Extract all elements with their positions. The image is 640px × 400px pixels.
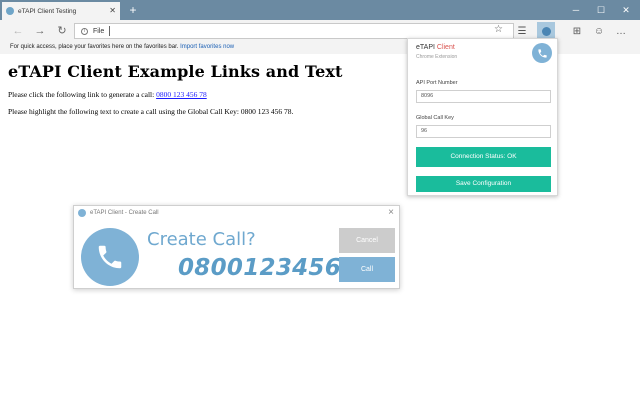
tab-close-icon[interactable]: ✕: [109, 7, 116, 15]
popup-subtitle: Chrome Extension: [416, 54, 458, 60]
call-link[interactable]: 0800 123 456 78: [156, 90, 207, 99]
browser-tab[interactable]: eTAPI Client Testing ✕: [2, 2, 120, 20]
address-bar[interactable]: i File: [74, 23, 514, 39]
call-key-input[interactable]: 96: [416, 125, 551, 138]
maximize-icon[interactable]: ☐: [589, 0, 613, 20]
create-call-heading: Create Call?: [147, 229, 256, 250]
info-icon[interactable]: i: [81, 27, 88, 35]
address-text: File: [93, 27, 105, 35]
page-title: eTAPI Client Example Links and Text: [8, 62, 343, 81]
brand-prefix: eTAPI: [416, 44, 437, 51]
save-configuration-button[interactable]: Save Configuration: [416, 176, 551, 192]
connection-status-button[interactable]: Connection Status: OK: [416, 147, 551, 167]
call-link-paragraph: Please click the following link to gener…: [8, 90, 408, 99]
api-port-label: API Port Number: [416, 80, 458, 86]
call-button[interactable]: Call: [339, 257, 395, 282]
dialog-title-bar: eTAPI Client - Create Call ×: [74, 206, 399, 220]
phone-logo-icon: [532, 43, 552, 63]
call-key-label: Global Call Key: [416, 115, 454, 121]
window-close-icon[interactable]: ✕: [614, 0, 638, 20]
minimize-icon[interactable]: ─: [564, 0, 588, 20]
favorites-hint: For quick access, place your favorites h…: [10, 44, 179, 50]
browser-title-bar: eTAPI Client Testing ✕ + ─ ☐ ✕: [0, 0, 640, 20]
favorite-star-icon[interactable]: ☆: [494, 24, 503, 35]
import-favorites-link[interactable]: Import favorites now: [180, 44, 234, 50]
reading-list-icon[interactable]: ☰: [515, 25, 529, 39]
phone-icon: [541, 26, 551, 36]
new-tab-button[interactable]: +: [125, 2, 141, 18]
create-call-dialog: eTAPI Client - Create Call × Create Call…: [73, 205, 400, 289]
dialog-close-icon[interactable]: ×: [388, 207, 394, 218]
tab-title: eTAPI Client Testing: [18, 7, 77, 15]
text-cursor: [109, 26, 111, 36]
hub-icon[interactable]: ⊞: [570, 25, 584, 39]
popup-brand: eTAPI Client: [416, 44, 455, 51]
refresh-icon[interactable]: ↻: [54, 23, 70, 39]
cancel-button[interactable]: Cancel: [339, 228, 395, 253]
feedback-icon[interactable]: ☺: [592, 25, 606, 39]
etapi-popup: eTAPI Client Chrome Extension API Port N…: [407, 38, 558, 196]
back-icon[interactable]: ←: [10, 23, 26, 39]
more-icon[interactable]: …: [614, 25, 628, 39]
forward-icon[interactable]: →: [32, 23, 48, 39]
brand-accent: Client: [436, 44, 455, 51]
tab-favicon-icon: [6, 7, 14, 15]
api-port-input[interactable]: 8096: [416, 90, 551, 103]
page-content: eTAPI Client Example Links and Text Plea…: [8, 62, 408, 116]
dialog-title: eTAPI Client - Create Call: [90, 210, 159, 216]
large-phone-icon: [81, 228, 139, 286]
highlight-paragraph[interactable]: Please highlight the following text to c…: [8, 107, 408, 116]
call-link-text: Please click the following link to gener…: [8, 90, 157, 99]
dialog-phone-icon: [78, 209, 86, 217]
